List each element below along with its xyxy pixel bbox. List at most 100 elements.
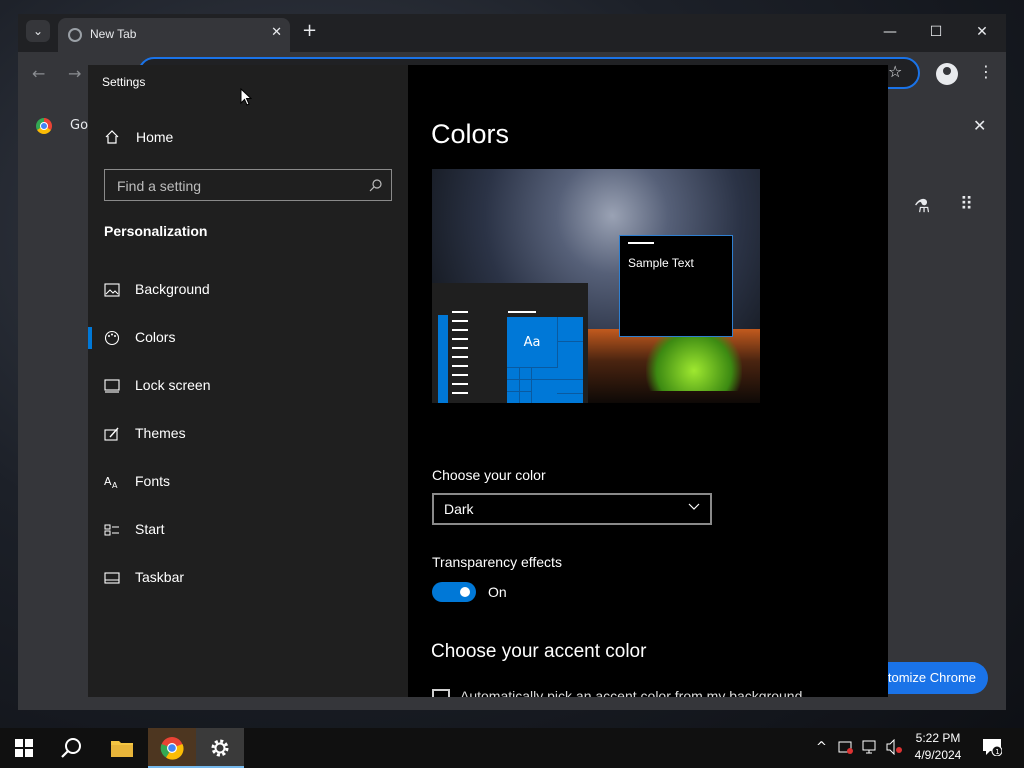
nav-lock-screen[interactable]: Lock screen [88,362,408,410]
profile-icon[interactable] [936,63,958,85]
notification-center-icon[interactable]: 1 [982,738,1002,756]
nav-label: Fonts [135,473,171,489]
file-explorer-button[interactable] [98,728,146,768]
tile-divider [531,367,532,403]
home-nav-item[interactable]: Home [104,125,173,149]
nav-label: Background [135,281,210,297]
start-button[interactable] [0,728,48,768]
home-label: Home [136,129,174,145]
clock-time: 5:22 PM [915,731,961,745]
tab-title: New Tab [90,27,137,41]
nav-colors[interactable]: Colors [88,314,408,362]
nav-themes[interactable]: Themes [88,410,408,458]
auto-accent-label: Automatically pick an accent color from … [460,688,803,697]
taskbar-icon [104,572,120,584]
auto-accent-checkbox[interactable] [432,689,450,697]
mouse-cursor-icon [240,88,252,106]
nav-label: Themes [135,425,186,441]
nav-label: Colors [135,329,176,345]
lock-screen-icon [104,379,120,393]
preview-sample-window: Sample Text [619,235,733,337]
preview-tiles: Aa [507,317,583,403]
picture-icon [104,283,120,297]
folder-icon [111,741,133,757]
settings-sidebar: Settings Home Personalization Background… [88,65,408,697]
preview-start-menu: Aa [432,283,588,403]
search-icon[interactable] [369,178,383,192]
font-icon: AA [104,475,118,490]
preview-start-column [438,315,448,403]
svg-text:A: A [104,475,112,488]
gear-icon [211,739,229,757]
tile-divider [519,367,520,403]
nav-fonts[interactable]: AA Fonts [88,458,408,506]
choose-color-dropdown[interactable]: Dark [432,493,712,525]
taskbar: ^ 5:22 PM 4/9/2024 1 [0,728,1024,768]
nav-taskbar[interactable]: Taskbar [88,554,408,602]
search-setting-box[interactable] [104,169,392,201]
start-icon [104,524,119,536]
nav-background[interactable]: Background [88,266,408,314]
back-button[interactable]: ← [32,64,45,83]
chevron-down-icon [688,503,700,510]
brush-icon [104,427,119,441]
chrome-menu-icon[interactable]: ⋮ [978,62,994,81]
settings-window: Settings Home Personalization Background… [88,65,888,697]
toggle-state-label: On [488,584,507,600]
palette-icon [104,330,120,346]
sample-title-bar [628,242,654,244]
settings-content: Colors Aa Sample Text Choose your color … [408,65,888,697]
home-icon [105,130,119,144]
notification-count: 1 [995,748,999,756]
nav-label: Start [135,521,165,537]
tile-divider [557,341,583,342]
search-icon [61,738,81,758]
chrome-icon [160,737,184,760]
volume-icon[interactable] [886,739,904,755]
page-title: Colors [431,119,510,149]
choose-color-label: Choose your color [432,467,546,483]
section-personalization: Personalization [104,223,208,239]
tab-new-tab[interactable]: New Tab ✕ [58,18,290,52]
bookmark-star-icon[interactable]: ☆ [888,62,902,81]
show-hidden-icons[interactable]: ^ [816,740,827,755]
search-input[interactable] [115,176,359,196]
bookmark-text[interactable]: Go [70,118,88,133]
security-icon[interactable] [838,739,854,755]
settings-title: Settings [102,75,146,89]
network-icon[interactable] [862,739,878,755]
dropdown-value: Dark [444,501,474,517]
transparency-toggle[interactable] [432,582,476,602]
google-icon [36,118,52,134]
chrome-tab-icon [68,28,82,42]
close-tab-icon[interactable]: ✕ [271,25,282,40]
tile-divider [557,393,583,394]
forward-button[interactable]: → [68,64,81,83]
svg-text:A: A [112,481,118,490]
nav-label: Taskbar [135,569,185,585]
tab-search-button[interactable]: ⌄ [26,20,50,42]
sample-text: Sample Text [628,256,694,270]
minimize-button[interactable]: — [870,20,910,44]
color-preview: Aa Sample Text [432,169,760,403]
preview-tile-header [508,311,536,313]
clock-date: 4/9/2024 [914,748,962,762]
settings-taskbar-button[interactable] [196,728,244,768]
windows-logo-icon [15,739,33,757]
nav-start[interactable]: Start [88,506,408,554]
taskbar-clock[interactable]: 5:22 PM 4/9/2024 [908,730,968,764]
preview-menu-lines [452,311,468,401]
new-tab-button[interactable]: + [302,20,317,41]
chrome-taskbar-button[interactable] [148,728,196,768]
accent-color-heading: Choose your accent color [431,641,647,662]
transparency-label: Transparency effects [432,554,562,570]
apps-grid-icon[interactable]: ⠿ [960,194,973,215]
tab-strip: ⌄ New Tab ✕ + — ☐ ✕ [18,14,1006,52]
taskbar-search-button[interactable] [48,728,96,768]
maximize-button[interactable]: ☐ [916,20,956,44]
labs-flask-icon[interactable]: ⚗ [914,196,930,217]
close-banner-icon[interactable]: ✕ [973,116,986,135]
nav-label: Lock screen [135,377,211,393]
preview-tile-aa: Aa [507,317,558,368]
close-window-button[interactable]: ✕ [962,20,1002,44]
